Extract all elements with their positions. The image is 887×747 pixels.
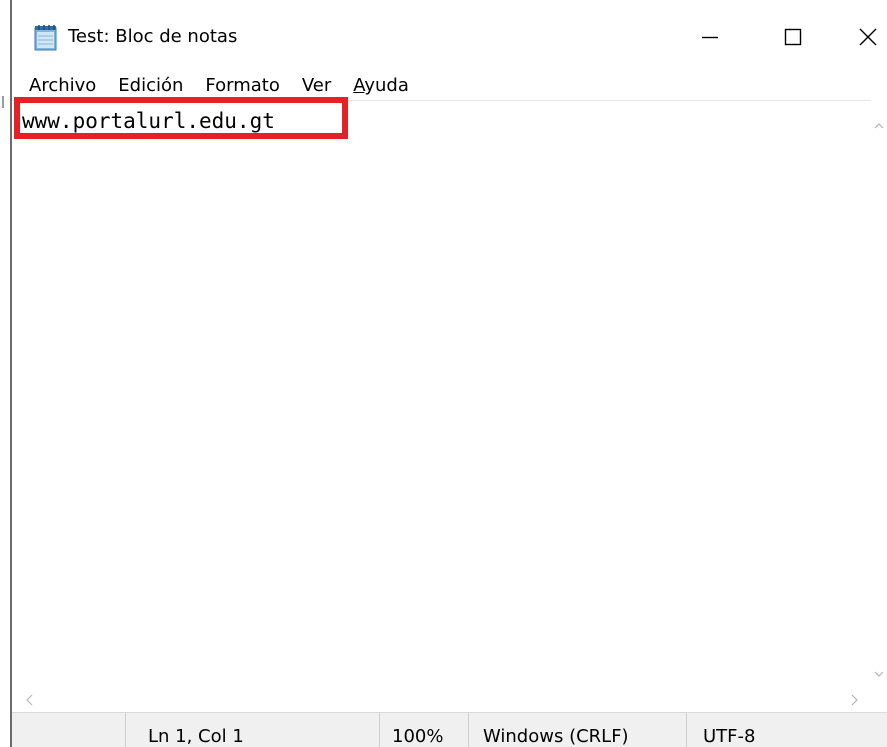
menu-ayuda[interactable]: Ayuda [337,75,415,96]
editor-content: www.portalurl.edu.gt [22,109,275,133]
horizontal-scrollbar[interactable] [12,686,887,708]
status-encoding: UTF-8 [686,713,887,747]
menu-edicion[interactable]: Edición [102,75,189,96]
vertical-scrollbar[interactable] [871,100,887,686]
menu-archivo[interactable]: Archivo [12,75,102,96]
status-bar: Ln 1, Col 1 100% Windows (CRLF) UTF-8 [12,712,887,747]
menu-bar: Archivo Edición Formato Ver Ayuda [12,72,887,98]
notepad-window: Test: Bloc de notas Archivo Edición Form… [0,0,887,747]
menu-ver[interactable]: Ver [286,75,337,96]
scroll-down-icon[interactable] [874,662,884,681]
window-title: Test: Bloc de notas [68,26,238,47]
scroll-right-icon[interactable] [851,691,858,710]
maximize-button[interactable] [762,0,824,74]
text-editor[interactable]: www.portalurl.edu.gt [12,100,871,687]
status-line-ending: Windows (CRLF) [468,713,686,747]
menu-formato[interactable]: Formato [189,75,285,96]
close-icon [859,28,877,46]
maximize-icon [784,28,802,46]
menu-ayuda-mnemonic: A [353,74,365,96]
menu-ayuda-rest: yuda [364,74,409,96]
status-zoom: 100% [379,713,468,747]
status-cursor-position: Ln 1, Col 1 [125,713,379,747]
window-edge-mark [2,96,4,108]
scroll-left-icon[interactable] [26,691,33,710]
scroll-up-icon[interactable] [874,114,884,133]
minimize-icon [701,28,719,46]
minimize-button[interactable] [679,0,741,74]
close-button[interactable] [837,0,887,74]
title-bar[interactable]: Test: Bloc de notas [12,0,887,74]
notepad-icon [33,24,59,52]
